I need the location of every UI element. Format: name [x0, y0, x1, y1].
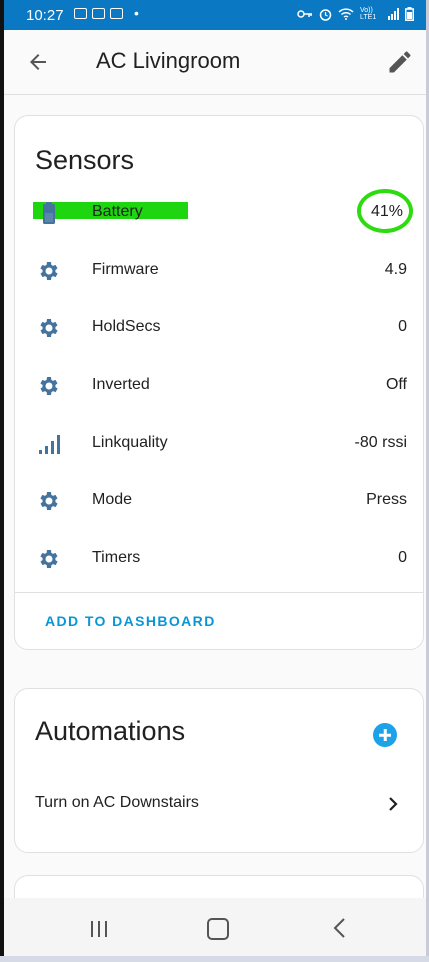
notification-icons: •: [74, 5, 139, 21]
card-divider: [15, 592, 423, 593]
gmail-icon: [92, 8, 105, 19]
system-nav-bar: [4, 898, 426, 956]
back-arrow-icon[interactable]: [24, 50, 52, 74]
sensor-value-battery: 41%: [370, 203, 403, 220]
gear-icon: [40, 550, 58, 568]
recents-icon[interactable]: [88, 920, 110, 938]
signal-icon: [39, 435, 60, 454]
sensors-title: Sensors: [35, 145, 135, 175]
sensor-label-firmware: Firmware: [92, 261, 159, 278]
sensor-value-inverted: Off: [385, 376, 407, 393]
app-header: AC Livingroom: [4, 30, 426, 95]
add-to-dashboard-button[interactable]: ADD TO DASHBOARD: [45, 613, 216, 629]
sensors-card: Sensors Battery 41% Firmware 4.9 HoldSec…: [14, 115, 424, 650]
battery-icon: [43, 202, 55, 224]
sensor-label-mode: Mode: [92, 491, 133, 508]
sensor-label-timers: Timers: [92, 549, 141, 566]
gear-icon: [40, 319, 58, 337]
sensor-row-firmware[interactable]: Firmware 4.9: [15, 251, 423, 291]
sensor-value-holdsecs: 0: [398, 318, 407, 335]
sensor-row-battery[interactable]: Battery 41%: [15, 189, 423, 233]
sensor-row-linkquality[interactable]: Linkquality -80 rssi: [15, 424, 423, 464]
sensor-label-inverted: Inverted: [92, 376, 150, 393]
photos-icon: [110, 8, 123, 19]
system-icons: Vo)) LTE1: [297, 7, 414, 21]
status-bar: 10:27 • Vo)) LTE1: [4, 0, 426, 30]
more-notifications-icon: •: [134, 5, 139, 21]
sensor-row-inverted[interactable]: Inverted Off: [15, 366, 423, 406]
sensor-label-battery: Battery: [92, 203, 143, 220]
sensor-row-mode[interactable]: Mode Press: [15, 481, 423, 521]
alarm-icon: [319, 8, 332, 21]
sensor-label-holdsecs: HoldSecs: [92, 318, 161, 335]
nav-back-icon[interactable]: [332, 918, 346, 938]
automation-label: Turn on AC Downstairs: [35, 794, 199, 811]
home-icon[interactable]: [207, 918, 229, 940]
sensor-value-firmware: 4.9: [384, 261, 407, 278]
automation-item[interactable]: Turn on AC Downstairs: [15, 784, 423, 824]
automations-title: Automations: [35, 716, 186, 746]
signal-icon: [388, 8, 399, 20]
bottom-frame-edge: [0, 956, 429, 962]
sensor-label-linkquality: Linkquality: [92, 434, 168, 451]
add-automation-button[interactable]: [373, 723, 397, 747]
gear-icon: [40, 262, 58, 280]
content-area: Sensors Battery 41% Firmware 4.9 HoldSec…: [4, 95, 426, 898]
automations-card: Automations Turn on AC Downstairs: [14, 688, 424, 853]
pencil-icon[interactable]: [386, 48, 414, 76]
gear-icon: [40, 377, 58, 395]
volte-label: Vo)) LTE1: [360, 7, 377, 21]
sensor-value-linkquality: -80 rssi: [354, 434, 407, 451]
gear-icon: [40, 492, 58, 510]
chevron-right-icon: [389, 797, 398, 811]
sensor-value-mode: Press: [366, 491, 407, 508]
partial-card: [14, 875, 424, 898]
gallery-icon: [74, 8, 87, 19]
wifi-icon: [338, 8, 354, 20]
key-icon: [297, 10, 312, 18]
sensor-row-holdsecs[interactable]: HoldSecs 0: [15, 308, 423, 348]
sensor-row-timers[interactable]: Timers 0: [15, 539, 423, 579]
page-title: AC Livingroom: [96, 48, 241, 73]
sensor-value-timers: 0: [398, 549, 407, 566]
battery-icon: [405, 7, 414, 21]
status-time: 10:27: [26, 7, 64, 24]
